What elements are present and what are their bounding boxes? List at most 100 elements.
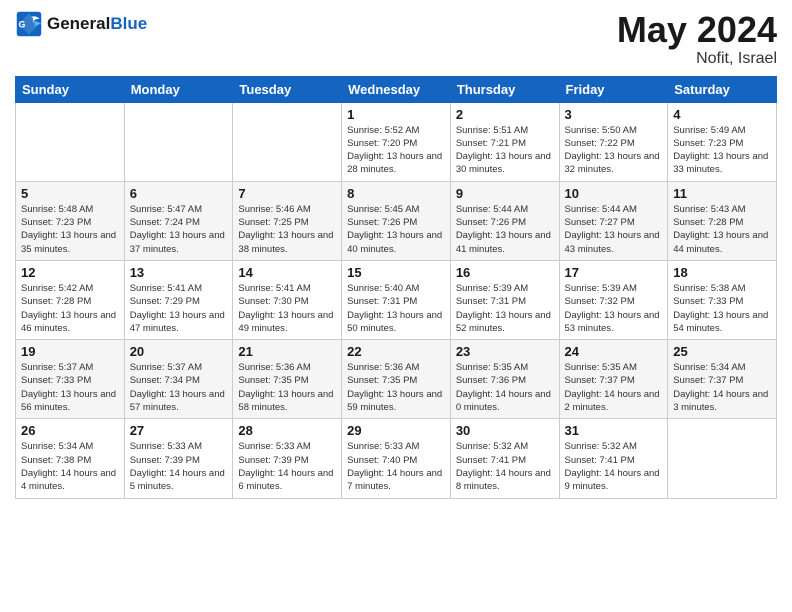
day-info: Sunrise: 5:44 AMSunset: 7:26 PMDaylight:… xyxy=(456,203,554,256)
day-number: 21 xyxy=(238,344,336,359)
calendar-cell xyxy=(233,102,342,181)
logo-general: General xyxy=(47,14,110,33)
day-info: Sunrise: 5:37 AMSunset: 7:34 PMDaylight:… xyxy=(130,361,228,414)
day-number: 23 xyxy=(456,344,554,359)
calendar-cell: 30 Sunrise: 5:32 AMSunset: 7:41 PMDayligh… xyxy=(450,419,559,498)
day-number: 3 xyxy=(565,107,663,122)
day-number: 4 xyxy=(673,107,771,122)
day-number: 6 xyxy=(130,186,228,201)
month-title: May 2024 xyxy=(617,10,777,50)
calendar-cell: 25Sunrise: 5:34 AMSunset: 7:37 PMDayligh… xyxy=(668,340,777,419)
day-number: 27 xyxy=(130,423,228,438)
day-number: 26 xyxy=(21,423,119,438)
day-number: 9 xyxy=(456,186,554,201)
calendar-cell: 22 Sunrise: 5:36 AMSunset: 7:35 PMDayligh… xyxy=(342,340,451,419)
day-info: Sunrise: 5:43 AMSunset: 7:28 PMDaylight:… xyxy=(673,203,771,256)
day-number: 17 xyxy=(565,265,663,280)
weekday-tuesday: Tuesday xyxy=(233,76,342,102)
week-row-2: 5 Sunrise: 5:48 AMSunset: 7:23 PMDaylight… xyxy=(16,181,777,260)
day-number: 15 xyxy=(347,265,445,280)
day-info: Sunrise: 5:50 AMSunset: 7:22 PMDaylight:… xyxy=(565,124,663,177)
day-number: 28 xyxy=(238,423,336,438)
day-number: 11 xyxy=(673,186,771,201)
day-number: 22 xyxy=(347,344,445,359)
logo: G GeneralBlue xyxy=(15,10,147,38)
week-row-5: 26 Sunrise: 5:34 AMSunset: 7:38 PMDayligh… xyxy=(16,419,777,498)
day-number: 19 xyxy=(21,344,119,359)
header: G GeneralBlue May 2024 Nofit, Israel xyxy=(15,10,777,68)
weekday-friday: Friday xyxy=(559,76,668,102)
day-number: 5 xyxy=(21,186,119,201)
logo-icon: G xyxy=(15,10,43,38)
day-info: Sunrise: 5:34 AMSunset: 7:38 PMDaylight:… xyxy=(21,440,119,493)
day-info: Sunrise: 5:45 AMSunset: 7:26 PMDaylight:… xyxy=(347,203,445,256)
day-number: 13 xyxy=(130,265,228,280)
day-info: Sunrise: 5:39 AMSunset: 7:31 PMDaylight:… xyxy=(456,282,554,335)
day-info: Sunrise: 5:37 AMSunset: 7:33 PMDaylight:… xyxy=(21,361,119,414)
calendar-cell: 9 Sunrise: 5:44 AMSunset: 7:26 PMDaylight… xyxy=(450,181,559,260)
calendar-cell: 26 Sunrise: 5:34 AMSunset: 7:38 PMDayligh… xyxy=(16,419,125,498)
day-info: Sunrise: 5:44 AMSunset: 7:27 PMDaylight:… xyxy=(565,203,663,256)
calendar-cell: 13Sunrise: 5:41 AMSunset: 7:29 PMDayligh… xyxy=(124,260,233,339)
calendar-cell: 3 Sunrise: 5:50 AMSunset: 7:22 PMDaylight… xyxy=(559,102,668,181)
calendar-cell: 29 Sunrise: 5:33 AMSunset: 7:40 PMDayligh… xyxy=(342,419,451,498)
day-info: Sunrise: 5:46 AMSunset: 7:25 PMDaylight:… xyxy=(238,203,336,256)
title-block: May 2024 Nofit, Israel xyxy=(617,10,777,68)
day-info: Sunrise: 5:36 AMSunset: 7:35 PMDaylight:… xyxy=(347,361,445,414)
day-info: Sunrise: 5:33 AMSunset: 7:40 PMDaylight:… xyxy=(347,440,445,493)
svg-text:G: G xyxy=(19,20,26,30)
day-info: Sunrise: 5:35 AMSunset: 7:37 PMDaylight:… xyxy=(565,361,663,414)
day-info: Sunrise: 5:33 AMSunset: 7:39 PMDaylight:… xyxy=(238,440,336,493)
day-info: Sunrise: 5:48 AMSunset: 7:23 PMDaylight:… xyxy=(21,203,119,256)
day-info: Sunrise: 5:32 AMSunset: 7:41 PMDaylight:… xyxy=(456,440,554,493)
day-number: 18 xyxy=(673,265,771,280)
day-info: Sunrise: 5:52 AMSunset: 7:20 PMDaylight:… xyxy=(347,124,445,177)
logo-blue: Blue xyxy=(110,14,147,33)
calendar-cell: 31Sunrise: 5:32 AMSunset: 7:41 PMDayligh… xyxy=(559,419,668,498)
calendar-cell: 1Sunrise: 5:52 AMSunset: 7:20 PMDaylight… xyxy=(342,102,451,181)
weekday-wednesday: Wednesday xyxy=(342,76,451,102)
day-info: Sunrise: 5:33 AMSunset: 7:39 PMDaylight:… xyxy=(130,440,228,493)
calendar-cell: 10Sunrise: 5:44 AMSunset: 7:27 PMDayligh… xyxy=(559,181,668,260)
week-row-4: 19 Sunrise: 5:37 AMSunset: 7:33 PMDayligh… xyxy=(16,340,777,419)
day-info: Sunrise: 5:41 AMSunset: 7:30 PMDaylight:… xyxy=(238,282,336,335)
calendar-cell: 8 Sunrise: 5:45 AMSunset: 7:26 PMDaylight… xyxy=(342,181,451,260)
calendar-cell xyxy=(124,102,233,181)
day-number: 20 xyxy=(130,344,228,359)
day-info: Sunrise: 5:47 AMSunset: 7:24 PMDaylight:… xyxy=(130,203,228,256)
logo-text: GeneralBlue xyxy=(47,15,147,34)
day-number: 29 xyxy=(347,423,445,438)
calendar-cell: 21 Sunrise: 5:36 AMSunset: 7:35 PMDayligh… xyxy=(233,340,342,419)
calendar-cell: 24Sunrise: 5:35 AMSunset: 7:37 PMDayligh… xyxy=(559,340,668,419)
calendar-cell: 16Sunrise: 5:39 AMSunset: 7:31 PMDayligh… xyxy=(450,260,559,339)
calendar-table: SundayMondayTuesdayWednesdayThursdayFrid… xyxy=(15,76,777,499)
calendar-cell: 5 Sunrise: 5:48 AMSunset: 7:23 PMDaylight… xyxy=(16,181,125,260)
calendar-cell: 20 Sunrise: 5:37 AMSunset: 7:34 PMDayligh… xyxy=(124,340,233,419)
day-info: Sunrise: 5:51 AMSunset: 7:21 PMDaylight:… xyxy=(456,124,554,177)
calendar-cell: 17 Sunrise: 5:39 AMSunset: 7:32 PMDayligh… xyxy=(559,260,668,339)
calendar-cell: 7Sunrise: 5:46 AMSunset: 7:25 PMDaylight… xyxy=(233,181,342,260)
calendar-cell: 12Sunrise: 5:42 AMSunset: 7:28 PMDayligh… xyxy=(16,260,125,339)
calendar-cell: 6 Sunrise: 5:47 AMSunset: 7:24 PMDaylight… xyxy=(124,181,233,260)
day-number: 25 xyxy=(673,344,771,359)
calendar-cell: 23 Sunrise: 5:35 AMSunset: 7:36 PMDayligh… xyxy=(450,340,559,419)
location: Nofit, Israel xyxy=(617,50,777,68)
day-info: Sunrise: 5:39 AMSunset: 7:32 PMDaylight:… xyxy=(565,282,663,335)
calendar-cell: 19 Sunrise: 5:37 AMSunset: 7:33 PMDayligh… xyxy=(16,340,125,419)
calendar-cell: 27 Sunrise: 5:33 AMSunset: 7:39 PMDayligh… xyxy=(124,419,233,498)
week-row-3: 12Sunrise: 5:42 AMSunset: 7:28 PMDayligh… xyxy=(16,260,777,339)
weekday-header-row: SundayMondayTuesdayWednesdayThursdayFrid… xyxy=(16,76,777,102)
day-number: 12 xyxy=(21,265,119,280)
calendar-cell: 2 Sunrise: 5:51 AMSunset: 7:21 PMDaylight… xyxy=(450,102,559,181)
day-number: 2 xyxy=(456,107,554,122)
calendar-cell: 14 Sunrise: 5:41 AMSunset: 7:30 PMDayligh… xyxy=(233,260,342,339)
day-number: 30 xyxy=(456,423,554,438)
calendar-page: G GeneralBlue May 2024 Nofit, Israel Sun… xyxy=(0,0,792,612)
weekday-sunday: Sunday xyxy=(16,76,125,102)
calendar-cell xyxy=(16,102,125,181)
day-number: 14 xyxy=(238,265,336,280)
day-number: 8 xyxy=(347,186,445,201)
day-info: Sunrise: 5:35 AMSunset: 7:36 PMDaylight:… xyxy=(456,361,554,414)
calendar-cell: 4Sunrise: 5:49 AMSunset: 7:23 PMDaylight… xyxy=(668,102,777,181)
day-info: Sunrise: 5:36 AMSunset: 7:35 PMDaylight:… xyxy=(238,361,336,414)
